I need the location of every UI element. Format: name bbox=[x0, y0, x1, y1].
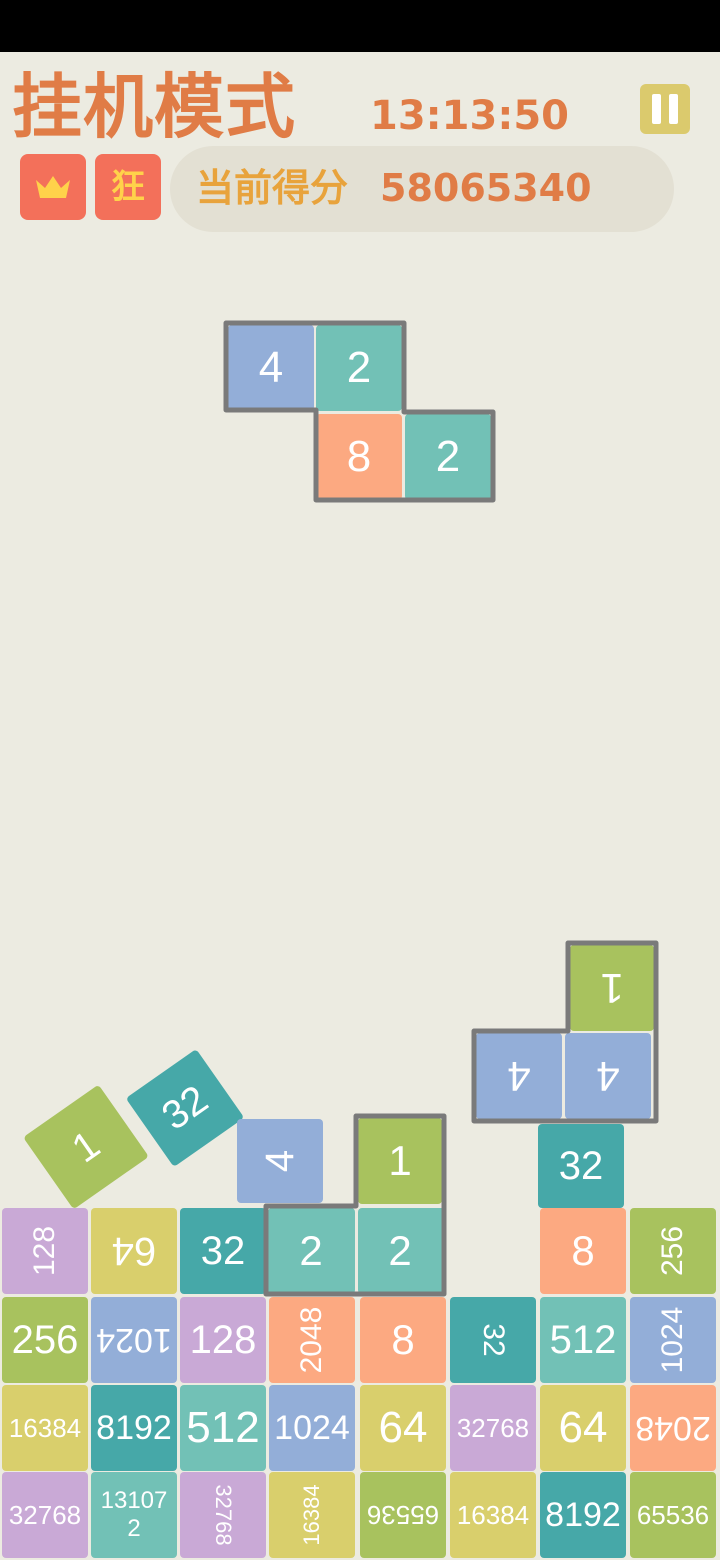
tile-label: 32 bbox=[558, 1144, 604, 1188]
j-piece-outline bbox=[471, 940, 659, 1124]
tile-32: 32 bbox=[538, 1124, 624, 1208]
